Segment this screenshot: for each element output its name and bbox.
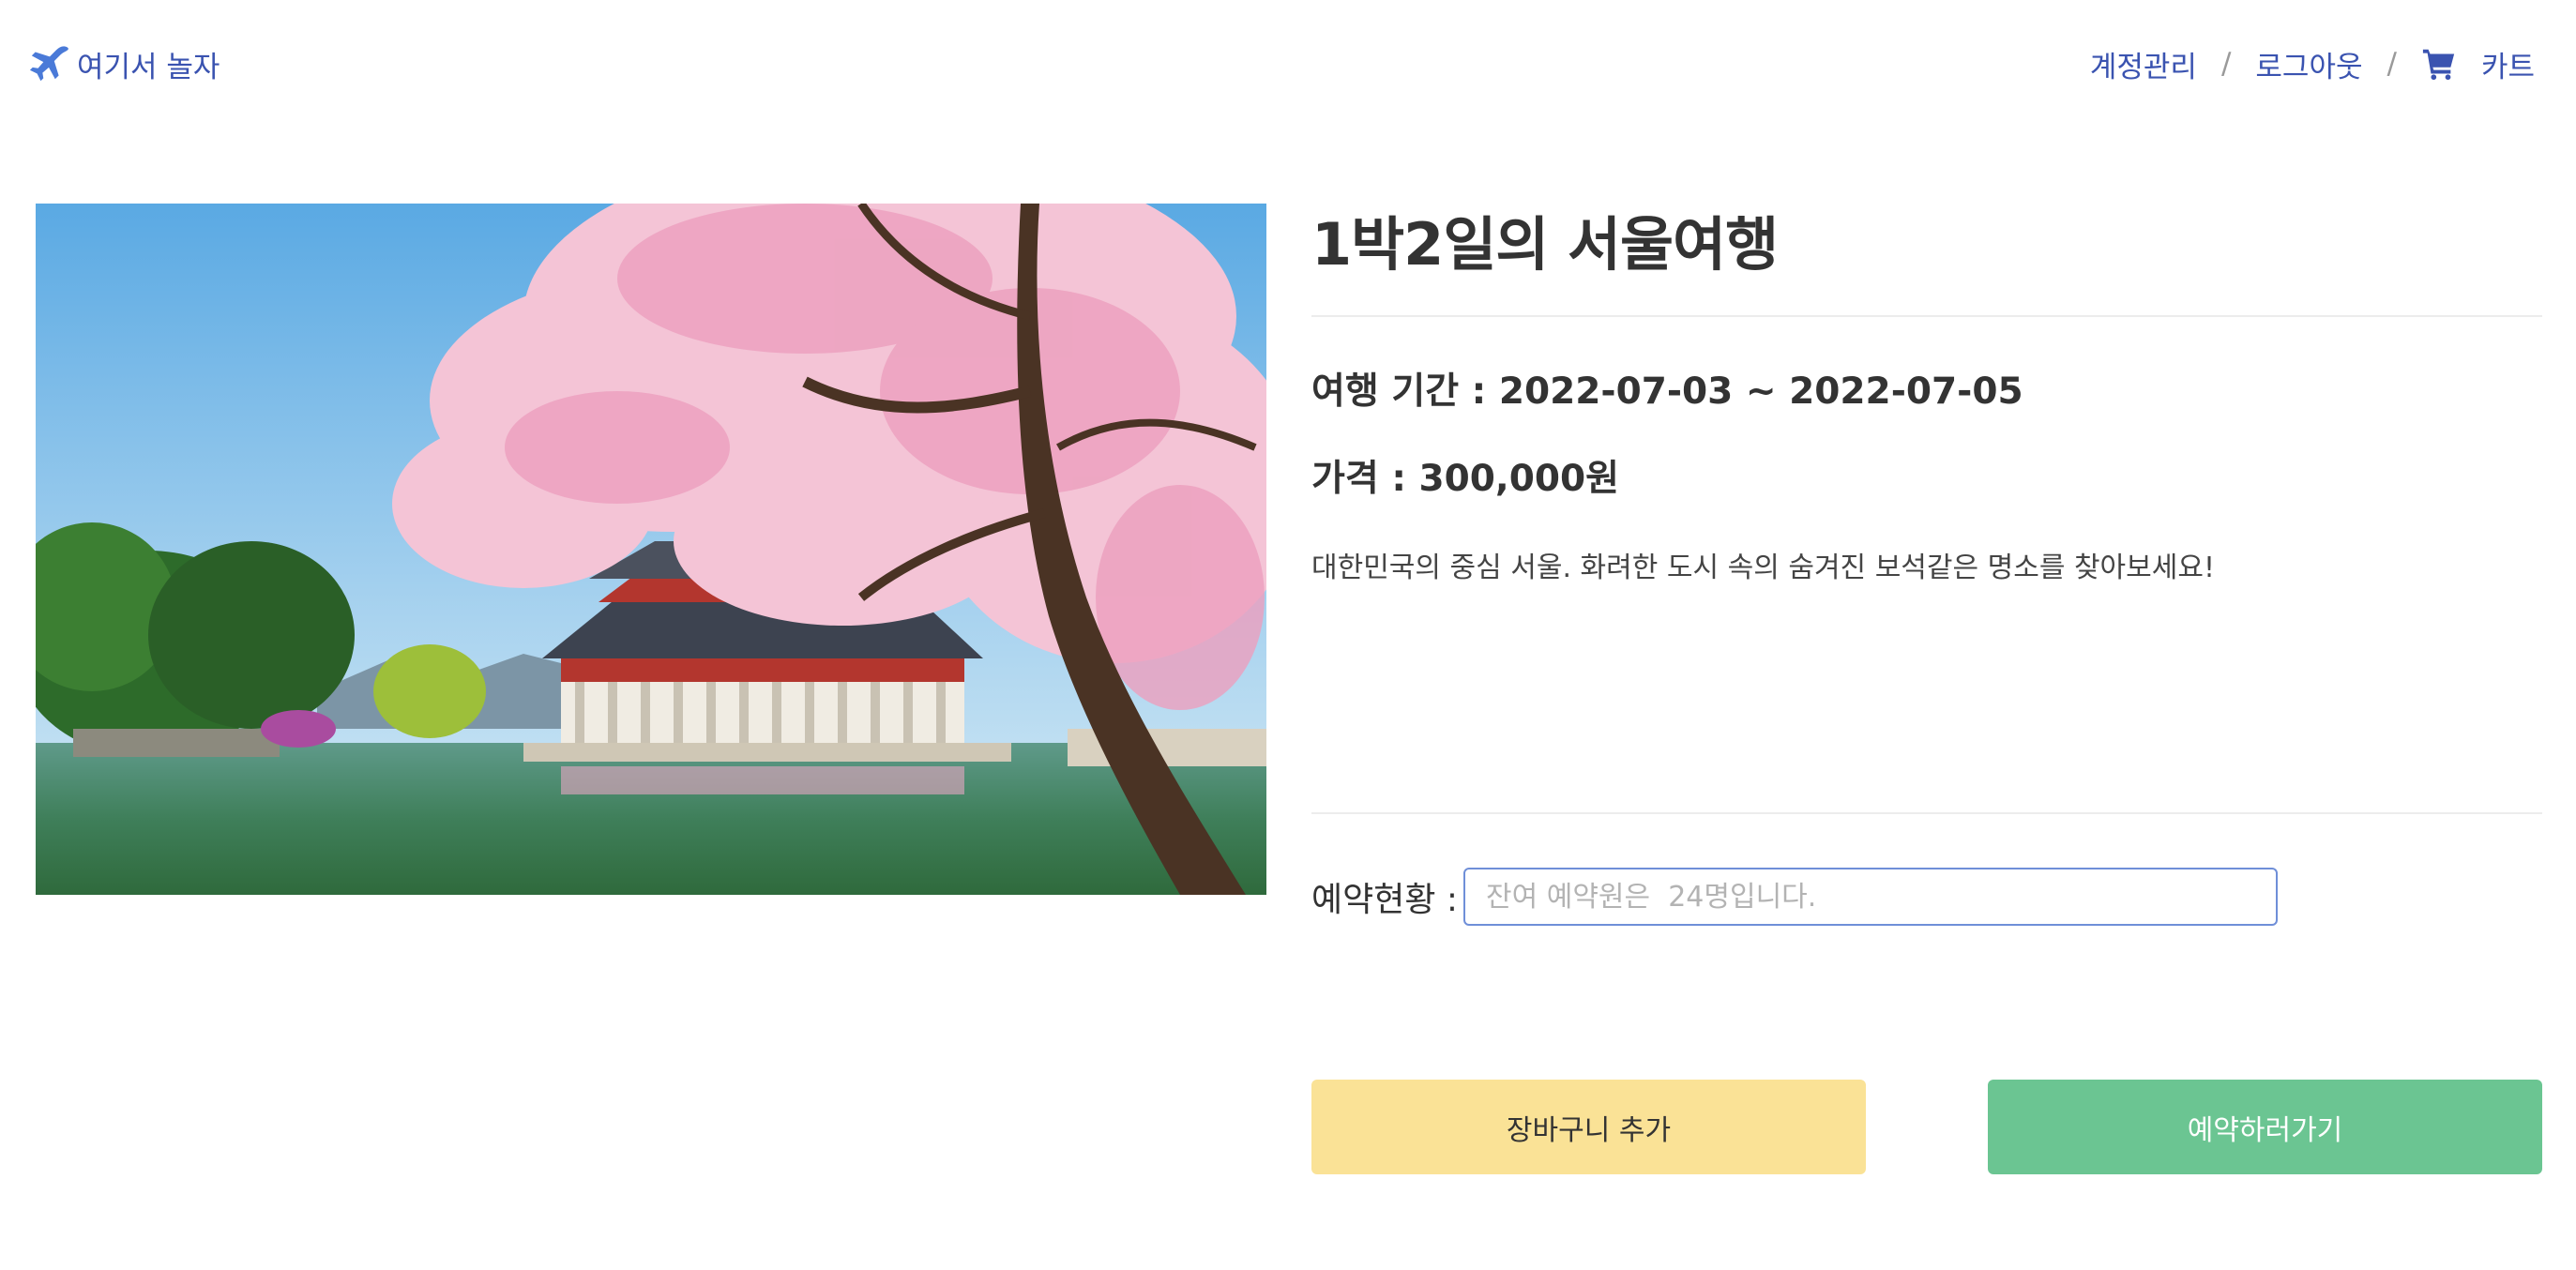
reserve-button[interactable]: 예약하러가기 (1988, 1080, 2542, 1174)
navbar: 여기서 놀자 계정관리 / 로그아웃 / 카트 (0, 0, 2576, 128)
reservation-status-input[interactable] (1463, 868, 2278, 926)
nav-separator: / (2387, 47, 2397, 81)
brand-link[interactable]: 여기서 놀자 (28, 41, 220, 86)
divider (1311, 315, 2542, 317)
product-price: 가격 : 300,000원 (1311, 458, 1620, 500)
nav-links: 계정관리 / 로그아웃 / 카트 (2090, 41, 2535, 86)
cart-label: 카트 (2480, 50, 2535, 84)
divider (1311, 812, 2542, 814)
account-link[interactable]: 계정관리 (2090, 43, 2197, 85)
brand-label: 여기서 놀자 (77, 50, 220, 84)
travel-period: 여행 기간 : 2022-07-03 ~ 2022-07-05 (1311, 370, 2023, 413)
add-to-cart-button[interactable]: 장바구니 추가 (1311, 1080, 1866, 1174)
shopping-cart-icon (2421, 46, 2457, 82)
product-description: 대한민국의 중심 서울. 화려한 도시 속의 숨겨진 보석같은 명소를 찾아보세… (1311, 552, 2215, 584)
logout-link[interactable]: 로그아웃 (2255, 43, 2362, 85)
product-title: 1박2일의 서울여행 (1311, 210, 1779, 279)
reservation-label: 예약현황 : (1311, 881, 1459, 919)
nav-separator: / (2220, 47, 2232, 81)
product-photo (36, 204, 1266, 895)
airplane-icon (28, 42, 71, 85)
cart-link[interactable]: 카트 (2421, 43, 2535, 85)
